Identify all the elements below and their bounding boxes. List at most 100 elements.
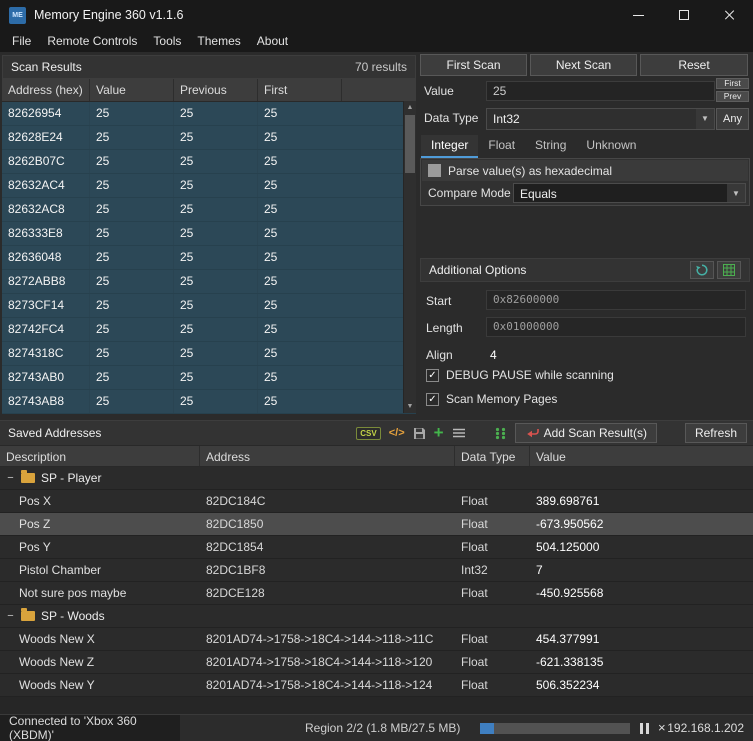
- export-csv-button[interactable]: CSV: [356, 424, 380, 442]
- first-value-button[interactable]: First: [716, 78, 749, 89]
- refresh-button[interactable]: Refresh: [685, 423, 747, 443]
- scan-result-row[interactable]: 82636048252525: [2, 246, 416, 270]
- tab-float[interactable]: Float: [478, 135, 525, 158]
- add-address-button[interactable]: +: [434, 424, 444, 442]
- scan-result-row[interactable]: 82626954252525: [2, 102, 416, 126]
- scan-cell-first: 25: [258, 150, 342, 173]
- column-header-value[interactable]: Value: [90, 79, 174, 101]
- start-label: Start: [426, 294, 451, 308]
- collapse-expander-icon[interactable]: −: [6, 605, 15, 627]
- menu-item-themes[interactable]: Themes: [189, 30, 248, 52]
- any-datatype-button[interactable]: Any: [716, 108, 749, 130]
- saved-address-row[interactable]: Pistol Chamber82DC1BF8Int327: [0, 559, 753, 582]
- column-header-value[interactable]: Value: [530, 446, 753, 466]
- first-scan-button[interactable]: First Scan: [420, 54, 527, 76]
- saved-cell-description: Not sure pos maybe: [0, 582, 200, 604]
- minimize-button[interactable]: [615, 0, 661, 30]
- column-header-description[interactable]: Description: [0, 446, 200, 466]
- prev-value-button[interactable]: Prev: [716, 91, 749, 102]
- column-header-address[interactable]: Address: [200, 446, 455, 466]
- saved-address-row[interactable]: Pos X82DC184CFloat389.698761: [0, 490, 753, 513]
- data-type-select[interactable]: Int32 ▼: [486, 108, 715, 130]
- title-bar: ME Memory Engine 360 v1.1.6: [0, 0, 753, 30]
- scan-cell-value: 25: [90, 174, 174, 197]
- menu-item-remote-controls[interactable]: Remote Controls: [39, 30, 145, 52]
- scrollbar-thumb[interactable]: [405, 115, 415, 173]
- saved-cell-description: Pos Y: [0, 536, 200, 558]
- saved-address-row[interactable]: Pos Z82DC1850Float-673.950562: [0, 513, 753, 536]
- folder-name: SP - Player: [41, 467, 101, 489]
- column-header-previous[interactable]: Previous: [174, 79, 258, 101]
- memory-regions-button[interactable]: [717, 261, 741, 279]
- scan-result-row[interactable]: 82628E24252525: [2, 126, 416, 150]
- scan-cell-previous: 25: [174, 126, 258, 149]
- align-value[interactable]: 4: [490, 348, 497, 362]
- pause-icon[interactable]: [640, 723, 650, 734]
- scan-result-row[interactable]: 82743AB0252525: [2, 366, 416, 390]
- saved-cell-data_type: Float: [455, 513, 530, 535]
- reset-button[interactable]: Reset: [640, 54, 748, 76]
- memory-pages-button[interactable]: [494, 424, 507, 442]
- menu-item-file[interactable]: File: [4, 30, 39, 52]
- column-header-first[interactable]: First: [258, 79, 342, 101]
- scan-result-row[interactable]: 826333E8252525: [2, 222, 416, 246]
- length-input[interactable]: 0x01000000: [486, 317, 746, 337]
- saved-address-row[interactable]: Woods New Y8201AD74->1758->18C4->144->11…: [0, 674, 753, 697]
- saved-cell-address: [200, 605, 455, 627]
- saved-address-row[interactable]: Woods New X8201AD74->1758->18C4->144->11…: [0, 628, 753, 651]
- cancel-icon[interactable]: ×: [658, 720, 666, 735]
- red-arrow-icon: [525, 427, 539, 439]
- app-logo-text: ME: [12, 12, 23, 19]
- compare-mode-select[interactable]: Equals ▼: [513, 183, 746, 203]
- saved-address-row[interactable]: Pos Y82DC1854Float504.125000: [0, 536, 753, 559]
- tab-integer[interactable]: Integer: [421, 135, 478, 158]
- debug-pause-checkbox[interactable]: ✓: [426, 369, 439, 382]
- scan-cell-value: 25: [90, 390, 174, 413]
- next-scan-button[interactable]: Next Scan: [530, 54, 637, 76]
- refresh-range-button[interactable]: [690, 261, 714, 279]
- scan-result-row[interactable]: 82632AC8252525: [2, 198, 416, 222]
- saved-cell-description: Woods New Z: [0, 651, 200, 673]
- saved-folder-row[interactable]: −SP - Woods: [0, 605, 753, 628]
- scan-cell-value: 25: [90, 150, 174, 173]
- add-scan-results-button[interactable]: Add Scan Result(s): [515, 423, 657, 443]
- list-icon: [452, 427, 466, 439]
- scan-result-row[interactable]: 8272ABB8252525: [2, 270, 416, 294]
- scan-cell-previous: 25: [174, 222, 258, 245]
- menu-item-about[interactable]: About: [249, 30, 296, 52]
- region-status: Region 2/2 (1.8 MB/27.5 MB): [305, 721, 460, 735]
- save-button[interactable]: [413, 424, 426, 442]
- saved-folder-row[interactable]: − SP - Player: [0, 467, 753, 490]
- column-header-spacer: [342, 79, 416, 101]
- menu-item-tools[interactable]: Tools: [145, 30, 189, 52]
- scan-result-row[interactable]: 82743AB8252525: [2, 390, 416, 414]
- app-window: ME Memory Engine 360 v1.1.6 File Remote …: [0, 0, 753, 741]
- start-input[interactable]: 0x82600000: [486, 290, 746, 310]
- scrollbar-up-icon[interactable]: ▲: [404, 101, 416, 114]
- saved-address-row[interactable]: Not sure pos maybe82DCE128Float-450.9255…: [0, 582, 753, 605]
- scan-result-row[interactable]: 82742FC4252525: [2, 318, 416, 342]
- column-header-address[interactable]: Address (hex): [2, 79, 90, 101]
- saved-address-row[interactable]: Woods New Z8201AD74->1758->18C4->144->11…: [0, 651, 753, 674]
- scan-result-row[interactable]: 8273CF14252525: [2, 294, 416, 318]
- scan-result-row[interactable]: 82632AC4252525: [2, 174, 416, 198]
- edit-list-button[interactable]: [452, 424, 466, 442]
- code-view-button[interactable]: </>: [389, 424, 405, 442]
- maximize-button[interactable]: [661, 0, 707, 30]
- collapse-expander-icon[interactable]: −: [6, 467, 15, 489]
- tab-string[interactable]: String: [525, 135, 576, 158]
- scan-memory-pages-checkbox[interactable]: ✓: [426, 393, 439, 406]
- column-header-data-type[interactable]: Data Type: [455, 446, 530, 466]
- parse-hex-checkbox[interactable]: [428, 164, 441, 177]
- scan-result-row[interactable]: 8262B07C252525: [2, 150, 416, 174]
- close-button[interactable]: [707, 0, 753, 30]
- minimize-icon: [633, 15, 644, 16]
- scan-cell-previous: 25: [174, 318, 258, 341]
- scrollbar-down-icon[interactable]: ▼: [404, 400, 416, 413]
- scan-results-scrollbar[interactable]: ▲ ▼: [403, 101, 416, 413]
- tab-unknown[interactable]: Unknown: [576, 135, 646, 158]
- scan-result-row[interactable]: 8274318C252525: [2, 342, 416, 366]
- scan-cell-value: 25: [90, 246, 174, 269]
- value-input[interactable]: 25: [486, 81, 715, 101]
- saved-cell-value: -450.925568: [530, 582, 753, 604]
